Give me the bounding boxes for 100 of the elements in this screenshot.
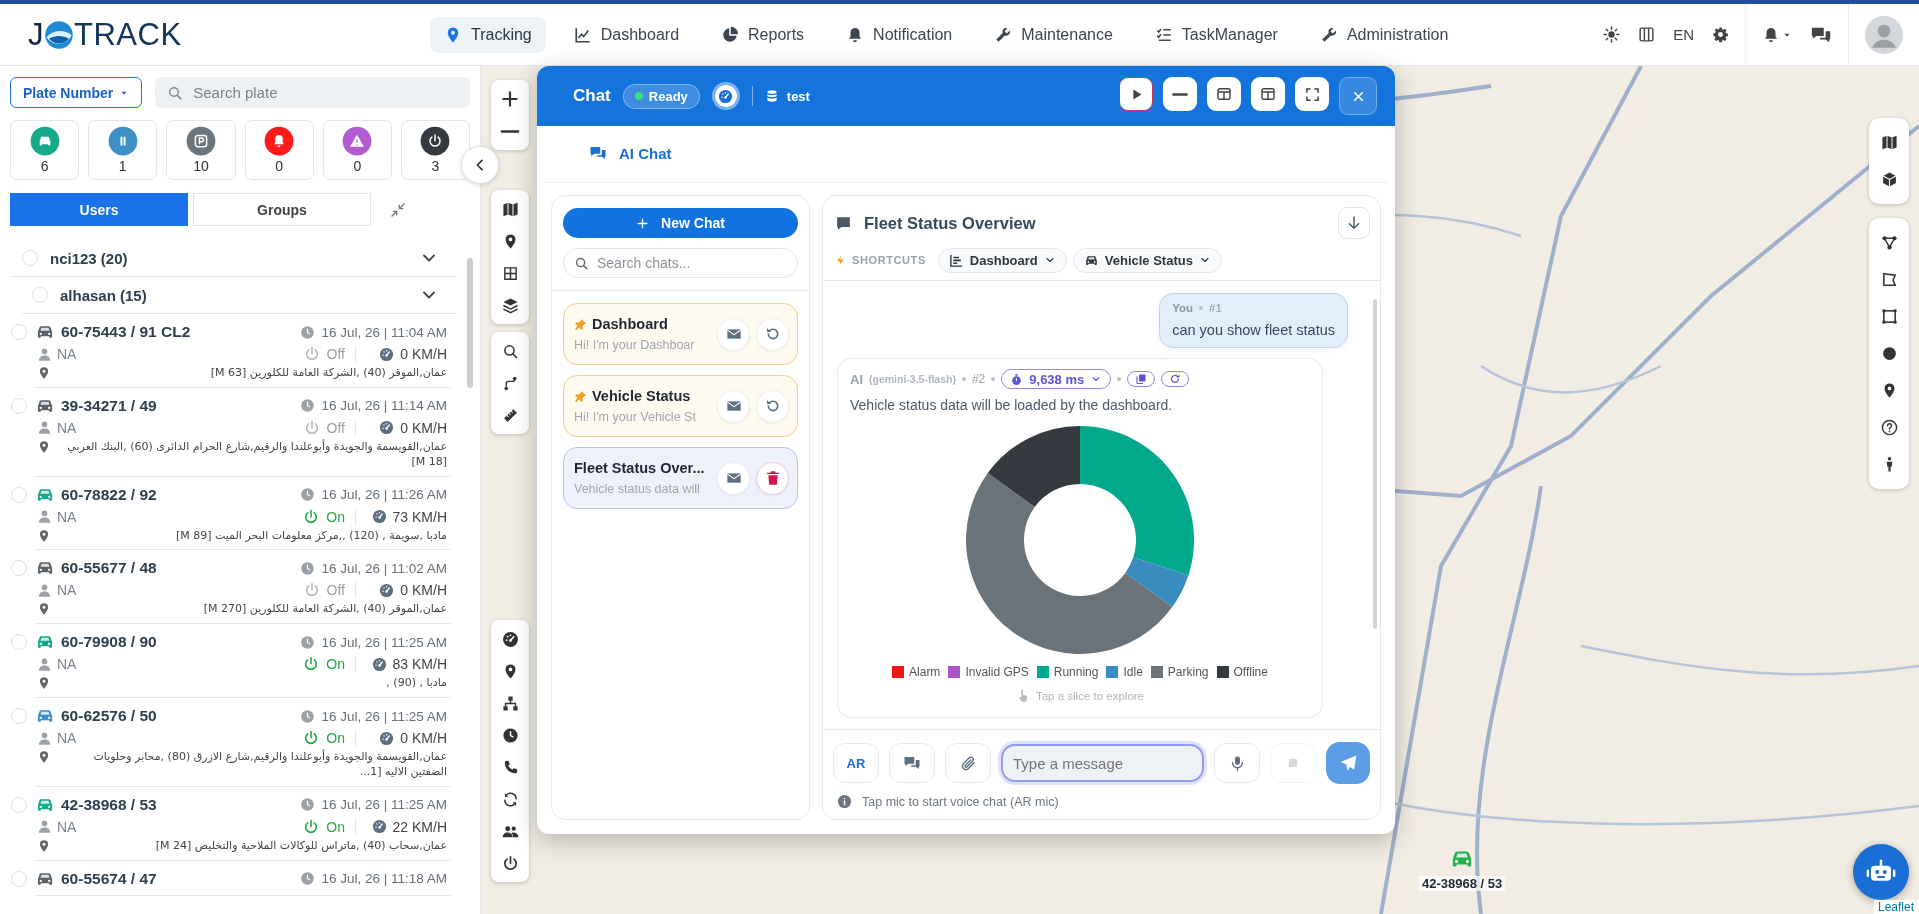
nav-tab[interactable]: Notification <box>832 16 967 53</box>
status-tile[interactable]: 10 <box>166 120 236 180</box>
shortcut-dropdown[interactable]: Dashboard <box>937 247 1067 273</box>
envelope-icon <box>725 398 742 414</box>
expand-icon <box>1304 86 1320 102</box>
user-avatar[interactable] <box>1865 15 1903 54</box>
legend-label: Idle <box>1123 665 1143 679</box>
speed-gauge-button[interactable] <box>711 82 740 110</box>
vehicle-plate[interactable]: 60-55677 / 48 <box>61 559 157 578</box>
nav-tab[interactable]: Tracking <box>430 16 546 53</box>
driver-name: NA <box>57 508 77 525</box>
author-label: AI <box>850 371 863 387</box>
ignition-status: Off <box>326 346 345 362</box>
language-button[interactable]: EN <box>1673 26 1694 43</box>
status-count: 10 <box>193 158 209 174</box>
speedometer-icon <box>379 346 395 362</box>
vehicle-plate[interactable]: 60-75443 / 91 CL2 <box>61 323 191 341</box>
wrench-icon <box>994 25 1013 44</box>
address: عمان,الموقر (40) ,الشركة العامة للكلورين [M 63] <box>209 366 447 381</box>
nav-tab[interactable]: Administration <box>1305 16 1463 53</box>
theme-toggle-button[interactable] <box>1603 26 1621 43</box>
timestamp: 16 Jul, 26 | 11:25 AM <box>321 797 447 813</box>
minimize-button[interactable] <box>1163 77 1197 111</box>
mail-button[interactable] <box>717 461 750 495</box>
vehicle-plate[interactable]: 60-78822 / 92 <box>61 485 157 504</box>
split-view-button[interactable] <box>1251 77 1285 111</box>
conversations-button[interactable] <box>889 743 935 783</box>
attach-button[interactable] <box>945 743 991 783</box>
message-input[interactable]: Type a message <box>1001 744 1204 782</box>
nav-tab[interactable]: Maintenance <box>980 16 1127 53</box>
settings-button[interactable] <box>1712 26 1729 43</box>
conversation-item[interactable]: Vehicle Status Hi! I'm your Vehicle St <box>563 375 798 437</box>
scroll-down-button[interactable] <box>1338 207 1370 239</box>
ignition-status: On <box>326 508 345 525</box>
tab[interactable]: Users <box>10 193 188 226</box>
status-tile[interactable]: 6 <box>10 120 80 180</box>
regenerate-button[interactable] <box>1161 371 1190 387</box>
attribution-link[interactable]: Leaflet <box>1873 900 1919 914</box>
vehicle-plate[interactable]: 39-34271 / 49 <box>61 396 157 415</box>
reset-button[interactable] <box>756 389 789 423</box>
location-pin-icon <box>37 838 51 853</box>
nav-tab[interactable]: Dashboard <box>559 16 694 53</box>
shortcut-dropdown[interactable]: Vehicle Status <box>1072 247 1222 273</box>
driver-name: NA <box>57 346 77 362</box>
address: مادبا ,سويمة , (120) ,,مركز معلومات البحر الميت [M 89] <box>174 528 447 544</box>
reset-button[interactable] <box>756 317 789 351</box>
conversation-item[interactable]: Dashboard Hi! I'm your Dashboar <box>563 303 798 365</box>
pin-icon <box>574 317 587 331</box>
address: عمان,الموقر (40) ,الشركة العامة للكلورين [M 270] <box>202 602 447 618</box>
status-tile[interactable]: 0 <box>244 120 314 180</box>
trash-icon <box>764 470 781 486</box>
copy-button[interactable] <box>1127 371 1156 387</box>
speed: 22 KM/H <box>392 818 447 835</box>
split-view-button[interactable] <box>1207 77 1241 111</box>
address: عمان,القويسمة والجويدة وأبوعلندا والرقيم,شارع الحرام الدائرى (60) ,البنك العربي [M 18] <box>66 439 447 470</box>
nav-tab[interactable]: TaskManager <box>1140 16 1292 53</box>
chart-slice[interactable] <box>966 473 1173 654</box>
status-count: 3 <box>431 158 440 174</box>
nav-tab[interactable]: Reports <box>707 16 819 53</box>
timestamp: 16 Jul, 26 | 11:14 AM <box>321 398 447 414</box>
conversation-item[interactable]: Fleet Status Over... Vehicle status data will <box>563 447 798 509</box>
search-field[interactable]: Search chats... <box>563 248 798 278</box>
clock-icon <box>300 487 316 503</box>
vehicle-plate[interactable]: 60-55674 / 47 <box>61 869 157 888</box>
group-label[interactable]: nci123 (20) <box>50 249 407 267</box>
chart-hint: Tap a slice to explore <box>1035 690 1144 702</box>
plate-filter-dropdown[interactable]: Plate Number <box>10 77 143 108</box>
model-name: (gemini-3.5-flash) <box>869 373 956 385</box>
refresh-icon <box>1169 373 1182 385</box>
chart-slice[interactable] <box>987 426 1080 508</box>
search-field[interactable]: Search plate <box>155 77 470 108</box>
status-tile[interactable]: 0 <box>322 120 392 180</box>
close-button[interactable] <box>1339 77 1377 115</box>
microphone-button[interactable] <box>1214 743 1260 783</box>
vehicle-plate[interactable]: 60-62576 / 50 <box>61 707 157 726</box>
chat-bubbles-icon <box>589 144 607 162</box>
timestamp: 16 Jul, 26 | 11:04 AM <box>321 324 447 340</box>
separator-dot <box>991 377 996 381</box>
delete-button[interactable] <box>756 461 789 495</box>
language-toggle-button[interactable]: AR <box>833 743 879 783</box>
status-tile[interactable]: 1 <box>88 120 158 180</box>
new-chat-button[interactable]: New Chat <box>563 208 798 238</box>
notifications-button[interactable] <box>1762 25 1792 44</box>
vehicle-plate[interactable]: 42-38968 / 53 <box>61 795 157 814</box>
grid-icon <box>501 264 519 282</box>
mail-button[interactable] <box>717 389 750 423</box>
play-button[interactable] <box>1119 77 1153 111</box>
fullscreen-button[interactable] <box>1295 77 1329 111</box>
address: مادبا , (90) , <box>385 676 447 692</box>
tab[interactable]: AI Chat <box>589 136 672 172</box>
search-icon <box>167 85 184 101</box>
network-icon <box>501 694 519 712</box>
duration-dropdown[interactable]: 9,638 ms <box>1001 369 1112 389</box>
send-button[interactable] <box>1326 742 1370 784</box>
group-label[interactable]: alhasan (15) <box>60 286 407 304</box>
search-icon <box>574 256 589 271</box>
tab[interactable]: Groups <box>193 193 371 226</box>
layout-button[interactable] <box>1638 26 1656 43</box>
mail-button[interactable] <box>717 317 750 351</box>
vehicle-plate[interactable]: 60-79908 / 90 <box>61 633 157 652</box>
